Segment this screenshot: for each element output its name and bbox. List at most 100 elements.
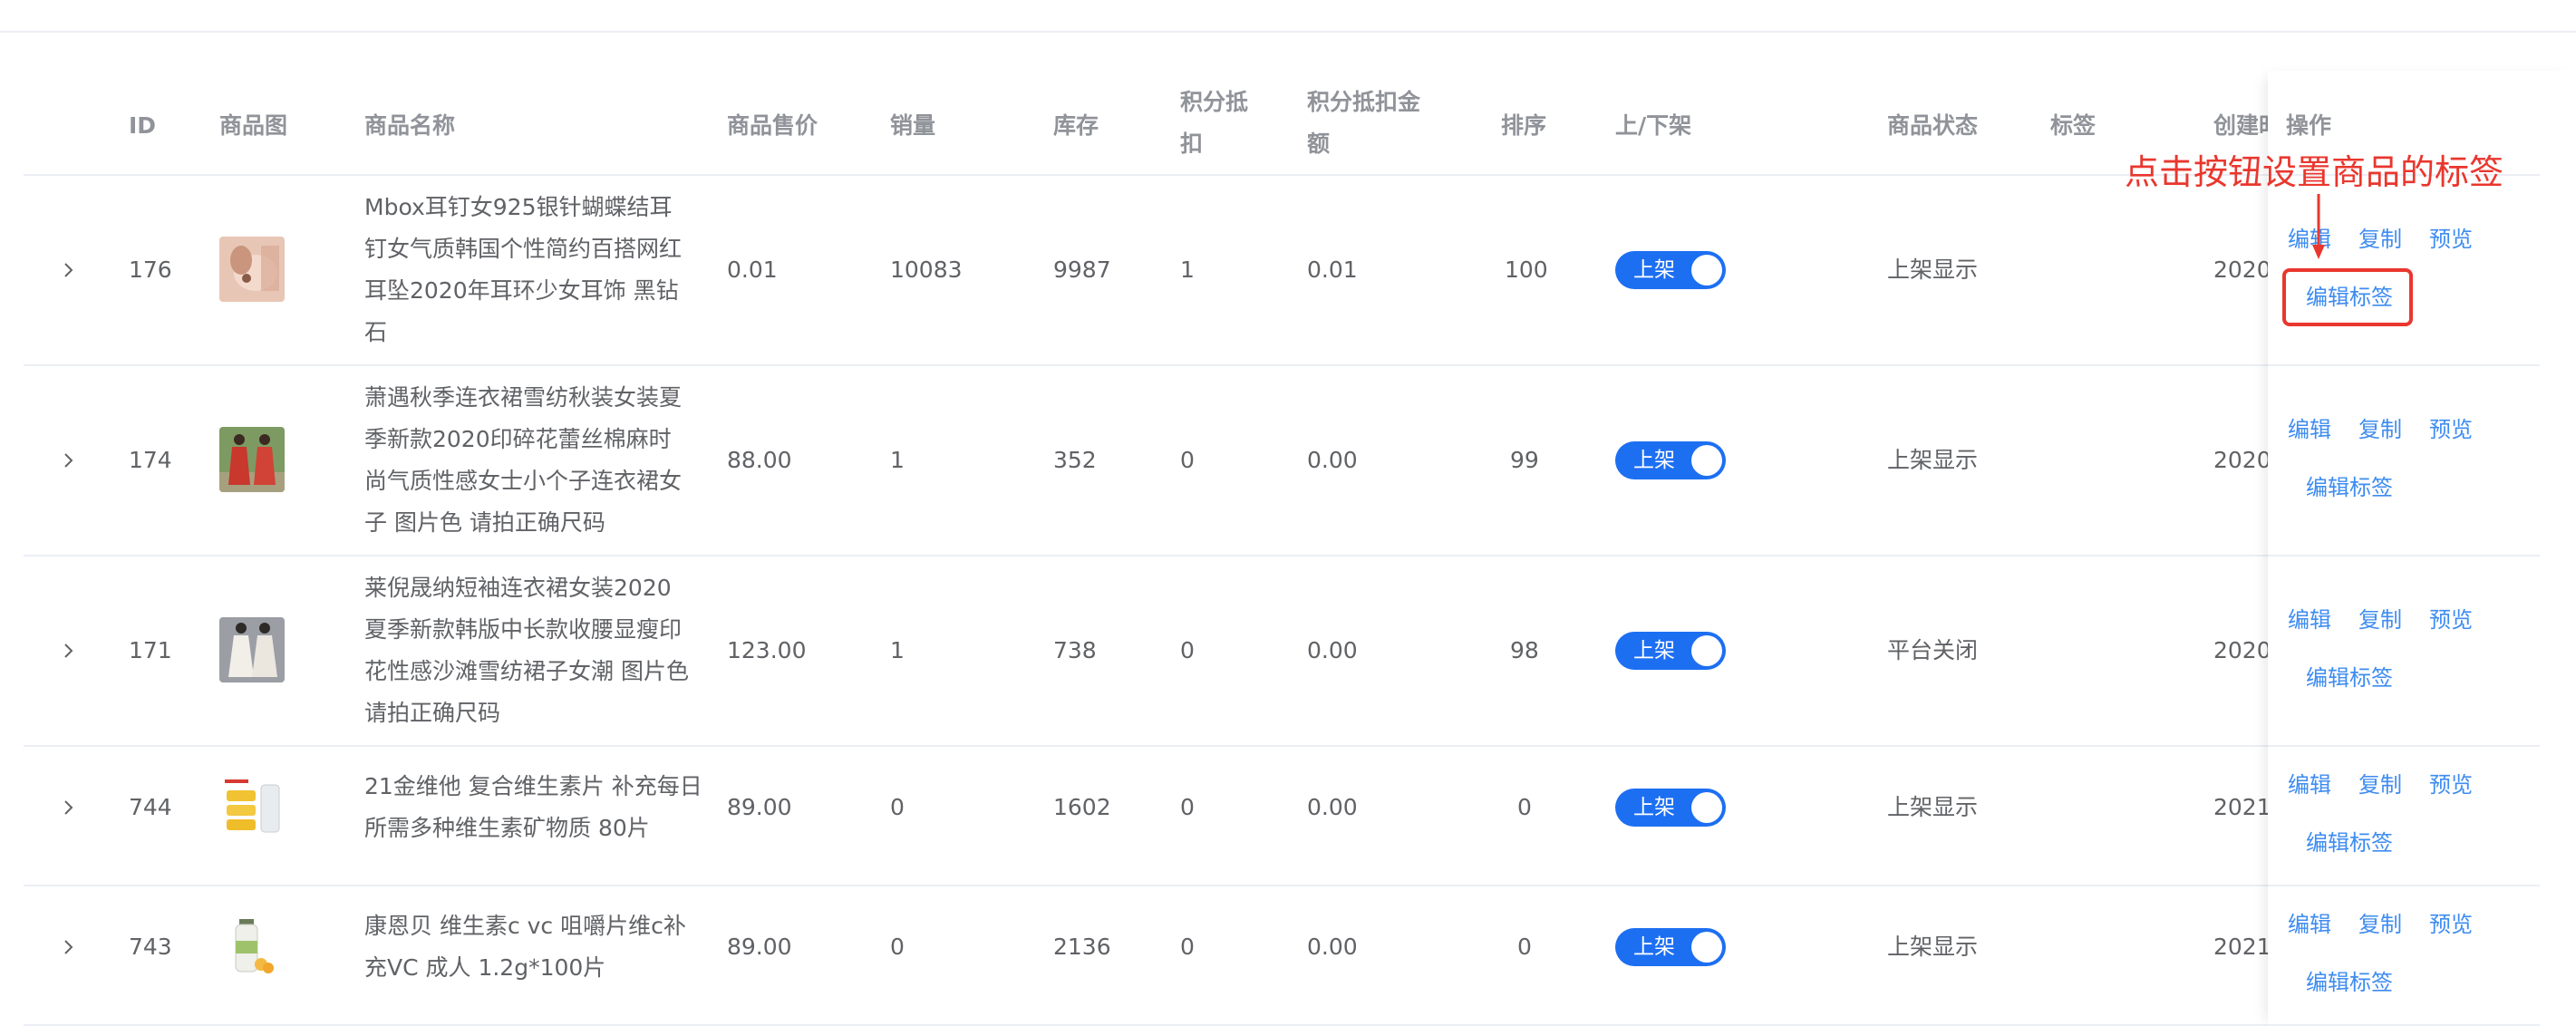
row-divider: [24, 364, 2542, 366]
product-points-amount: 0.00: [1307, 934, 1358, 960]
top-divider: [0, 31, 2576, 33]
header-sales: 销量: [890, 112, 936, 139]
product-table: ID 商品图 商品名称 商品售价 销量 库存 积分抵 扣 积分抵扣金 额 排序 …: [24, 65, 2542, 1026]
on-shelf-toggle[interactable]: 上架: [1615, 441, 1726, 479]
product-name: 康恩贝 维生素c vc 咀嚼片维c补充VC 成人 1.2g*100片: [364, 913, 686, 981]
row-id: 744: [129, 794, 172, 820]
edit-tags-button[interactable]: 编辑标签: [2306, 964, 2393, 1001]
preview-button[interactable]: 预览: [2429, 767, 2473, 803]
product-name: 21金维他 复合维生素片 补充每日所需多种维生素矿物质 80片: [364, 773, 702, 841]
header-price: 商品售价: [727, 112, 818, 139]
ops-row-divider: [2268, 885, 2540, 886]
edit-button[interactable]: 编辑: [2288, 602, 2331, 638]
product-points: 1: [1180, 256, 1195, 283]
product-status: 上架显示: [1887, 256, 1979, 283]
product-status: 上架显示: [1887, 794, 1979, 820]
copy-button[interactable]: 复制: [2358, 602, 2402, 638]
product-sort: 0: [1517, 794, 1532, 820]
header-name: 商品名称: [364, 112, 456, 139]
header-points-line1: 积分抵: [1180, 89, 1249, 115]
copy-button[interactable]: 复制: [2358, 221, 2402, 257]
header-points-amount-line1: 积分抵扣金: [1307, 89, 1421, 115]
toggle-knob: [1691, 445, 1722, 476]
product-sort: 0: [1517, 934, 1532, 960]
on-shelf-toggle[interactable]: 上架: [1615, 928, 1726, 966]
product-status: 上架显示: [1887, 447, 1979, 473]
product-name: 莱倪晟纳短袖连衣裙女装2020夏季新款韩版中长款收腰显瘦印花性感沙滩雪纺裙子女潮…: [364, 575, 689, 726]
toggle-label: 上架: [1633, 796, 1675, 819]
header-status: 商品状态: [1887, 112, 1979, 139]
product-status: 平台关闭: [1887, 637, 1979, 663]
product-thumbnail: [219, 237, 285, 302]
toggle-knob: [1691, 932, 1722, 963]
product-sort: 99: [1510, 447, 1539, 473]
product-sales: 10083: [890, 256, 963, 283]
header-image: 商品图: [219, 112, 288, 139]
product-stock: 1602: [1053, 794, 1111, 820]
product-price: 0.01: [727, 256, 778, 283]
product-price: 123.00: [727, 637, 807, 663]
product-price: 89.00: [727, 934, 792, 960]
product-stock: 2136: [1053, 934, 1111, 960]
edit-button[interactable]: 编辑: [2288, 906, 2331, 943]
toggle-label: 上架: [1633, 935, 1675, 959]
row-divider: [24, 745, 2542, 747]
toggle-knob: [1691, 635, 1722, 666]
copy-button[interactable]: 复制: [2358, 767, 2402, 803]
expand-chevron-icon[interactable]: [58, 798, 78, 818]
ops-row-divider: [2268, 555, 2540, 557]
row-divider: [24, 885, 2542, 886]
header-points-line2: 扣: [1180, 131, 1204, 157]
expand-chevron-icon[interactable]: [58, 450, 78, 470]
header-stock: 库存: [1053, 112, 1099, 139]
product-stock: 352: [1053, 447, 1097, 473]
product-points: 0: [1180, 794, 1195, 820]
preview-button[interactable]: 预览: [2429, 221, 2473, 257]
preview-button[interactable]: 预览: [2429, 411, 2473, 448]
edit-tags-button[interactable]: 编辑标签: [2306, 660, 2393, 696]
edit-button[interactable]: 编辑: [2288, 411, 2331, 448]
edit-tags-button[interactable]: 编辑标签: [2306, 469, 2393, 506]
on-shelf-toggle[interactable]: 上架: [1615, 251, 1726, 289]
edit-tags-button[interactable]: 编辑标签: [2306, 825, 2393, 861]
header-sort: 排序: [1501, 112, 1547, 139]
ops-row-divider: [2268, 745, 2540, 747]
toggle-label: 上架: [1633, 639, 1675, 663]
row-id: 743: [129, 934, 172, 960]
toggle-label: 上架: [1633, 449, 1675, 472]
product-thumbnail: [219, 914, 285, 979]
product-sort: 100: [1505, 256, 1548, 283]
product-points-amount: 0.01: [1307, 256, 1358, 283]
expand-chevron-icon[interactable]: [58, 641, 78, 661]
product-sales: 0: [890, 794, 905, 820]
product-points-amount: 0.00: [1307, 794, 1358, 820]
copy-button[interactable]: 复制: [2358, 411, 2402, 448]
product-thumbnail: [219, 774, 285, 839]
copy-button[interactable]: 复制: [2358, 906, 2402, 943]
product-name: Mbox耳钉女925银针蝴蝶结耳钉女气质韩国个性简约百搭网红耳坠2020年耳环少…: [364, 194, 683, 345]
product-status: 上架显示: [1887, 934, 1979, 960]
expand-chevron-icon[interactable]: [58, 937, 78, 957]
ops-row-divider: [2268, 364, 2540, 366]
product-thumbnail: [219, 617, 285, 682]
expand-chevron-icon[interactable]: [58, 260, 78, 280]
product-sales: 1: [890, 637, 905, 663]
product-points: 0: [1180, 447, 1195, 473]
preview-button[interactable]: 预览: [2429, 906, 2473, 943]
row-divider: [24, 555, 2542, 557]
product-sales: 0: [890, 934, 905, 960]
product-sales: 1: [890, 447, 905, 473]
on-shelf-toggle[interactable]: 上架: [1615, 632, 1726, 670]
row-id: 176: [129, 256, 172, 283]
on-shelf-toggle[interactable]: 上架: [1615, 789, 1726, 827]
preview-button[interactable]: 预览: [2429, 602, 2473, 638]
product-thumbnail: [219, 427, 285, 492]
toggle-knob: [1691, 255, 1722, 286]
edit-button[interactable]: 编辑: [2288, 767, 2331, 803]
header-points-amount-line2: 额: [1307, 131, 1331, 157]
header-onoff: 上/下架: [1615, 112, 1692, 139]
toggle-label: 上架: [1633, 258, 1675, 282]
product-points-amount: 0.00: [1307, 637, 1358, 663]
product-points-amount: 0.00: [1307, 447, 1358, 473]
product-sort: 98: [1510, 637, 1539, 663]
